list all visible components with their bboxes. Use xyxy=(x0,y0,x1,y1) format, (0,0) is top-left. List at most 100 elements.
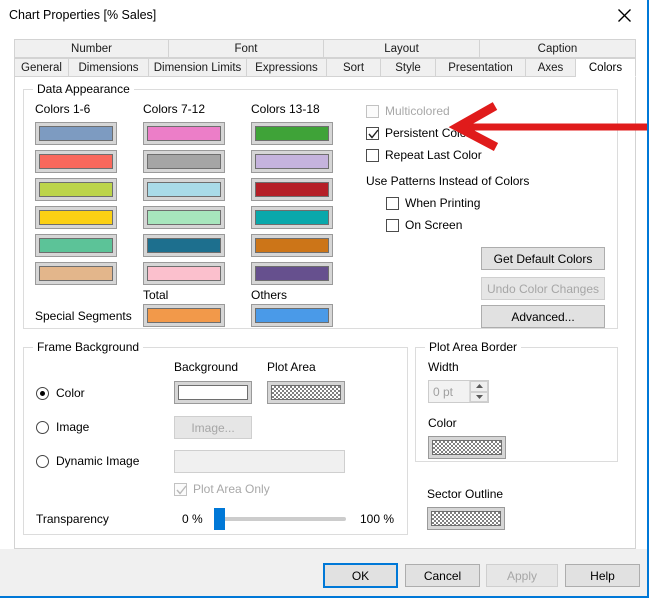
color-swatch-7[interactable] xyxy=(143,122,225,145)
background-color-swatch[interactable] xyxy=(174,381,252,404)
checkbox-box xyxy=(366,104,379,118)
checkbox-on-screen[interactable]: On Screen xyxy=(386,218,462,232)
tab-colors[interactable]: Colors xyxy=(576,58,636,77)
pattern-fill xyxy=(432,440,502,455)
color-swatch-18[interactable] xyxy=(251,262,333,285)
tab-dimension-limits[interactable]: Dimension Limits xyxy=(149,58,247,77)
get-default-colors-button[interactable]: Get Default Colors xyxy=(481,247,605,270)
checkbox-plot-area-only[interactable]: Plot Area Only xyxy=(174,482,270,496)
color-fill xyxy=(255,266,329,281)
transparency-slider-thumb[interactable] xyxy=(214,508,225,530)
image-button[interactable]: Image... xyxy=(174,416,252,439)
checkbox-label: When Printing xyxy=(405,196,481,210)
radio-dot xyxy=(40,390,45,396)
pattern-fill xyxy=(431,511,501,526)
tab-axes[interactable]: Axes xyxy=(526,58,576,77)
color-swatch-6[interactable] xyxy=(35,262,117,285)
color-fill xyxy=(39,154,113,169)
color-swatch-13[interactable] xyxy=(251,122,333,145)
tab-layout[interactable]: Layout xyxy=(324,39,480,58)
border-color-swatch[interactable] xyxy=(428,436,506,459)
tab-expressions[interactable]: Expressions xyxy=(247,58,327,77)
undo-color-changes-button[interactable]: Undo Color Changes xyxy=(481,277,605,300)
border-width-spinner[interactable]: 0 pt xyxy=(428,380,489,403)
color-swatch-16[interactable] xyxy=(251,206,333,229)
frame-background-group-label: Frame Background xyxy=(33,340,144,354)
plot-area-color-swatch[interactable] xyxy=(267,381,345,404)
help-button[interactable]: Help xyxy=(565,564,640,587)
border-width-value: 0 pt xyxy=(433,384,454,399)
special-segments-label: Special Segments xyxy=(35,309,132,323)
checkbox-box xyxy=(366,126,379,140)
color-fill xyxy=(39,238,113,253)
tab-sort[interactable]: Sort xyxy=(327,58,381,77)
chevron-up-icon[interactable] xyxy=(470,381,488,392)
color-swatch-9[interactable] xyxy=(143,178,225,201)
tab-dimensions[interactable]: Dimensions xyxy=(69,58,149,77)
color-fill xyxy=(178,385,248,400)
colors-13-18-header: Colors 13-18 xyxy=(251,102,320,116)
radio-circle xyxy=(36,454,49,468)
check-icon xyxy=(368,129,379,139)
radio-label: Color xyxy=(56,386,85,400)
checkbox-persistent-colors[interactable]: Persistent Colors xyxy=(366,126,476,140)
ok-button[interactable]: OK xyxy=(323,563,398,588)
color-fill xyxy=(255,210,329,225)
checkbox-label: On Screen xyxy=(405,218,463,232)
color-swatch-8[interactable] xyxy=(143,150,225,173)
dynamic-image-input[interactable] xyxy=(174,450,345,473)
colors-tab-panel: Data Appearance Colors 1-6 Colors 7-12 C… xyxy=(14,77,636,549)
color-fill xyxy=(39,182,113,197)
checkbox-repeat-last-color[interactable]: Repeat Last Color xyxy=(366,148,482,162)
color-swatch-3[interactable] xyxy=(35,178,117,201)
others-color-swatch[interactable] xyxy=(251,304,333,327)
data-appearance-group: Data Appearance Colors 1-6 Colors 7-12 C… xyxy=(23,82,618,329)
radio-dynamic-image[interactable]: Dynamic Image xyxy=(36,454,139,468)
border-width-label: Width xyxy=(428,360,459,374)
transparency-label: Transparency xyxy=(36,512,109,526)
use-patterns-heading: Use Patterns Instead of Colors xyxy=(366,174,530,188)
advanced-button[interactable]: Advanced... xyxy=(481,305,605,328)
radio-circle xyxy=(36,420,49,434)
total-color-swatch[interactable] xyxy=(143,304,225,327)
color-fill xyxy=(147,308,221,323)
color-swatch-10[interactable] xyxy=(143,206,225,229)
color-fill xyxy=(255,308,329,323)
plot-area-border-group: Plot Area Border Width 0 pt Color xyxy=(415,340,618,462)
close-button[interactable] xyxy=(602,0,647,30)
tab-presentation[interactable]: Presentation xyxy=(436,58,526,77)
color-swatch-15[interactable] xyxy=(251,178,333,201)
tab-font[interactable]: Font xyxy=(169,39,324,58)
checkbox-when-printing[interactable]: When Printing xyxy=(386,196,480,210)
background-header: Background xyxy=(174,360,239,374)
radio-label: Dynamic Image xyxy=(56,454,140,468)
color-swatch-11[interactable] xyxy=(143,234,225,257)
chevron-down-icon[interactable] xyxy=(470,391,488,402)
checkbox-multicolored[interactable]: Multicolored xyxy=(366,104,450,118)
apply-button[interactable]: Apply xyxy=(486,564,558,587)
plot-area-header: Plot Area xyxy=(267,360,316,374)
color-swatch-12[interactable] xyxy=(143,262,225,285)
tab-style[interactable]: Style xyxy=(381,58,436,77)
radio-circle xyxy=(36,386,49,400)
color-swatch-1[interactable] xyxy=(35,122,117,145)
color-fill xyxy=(39,126,113,141)
tab-number[interactable]: Number xyxy=(14,39,169,58)
sector-outline-swatch[interactable] xyxy=(427,507,505,530)
color-swatch-14[interactable] xyxy=(251,150,333,173)
checkbox-box xyxy=(386,196,399,210)
transparency-slider-track[interactable] xyxy=(214,517,346,521)
cancel-button[interactable]: Cancel xyxy=(405,564,480,587)
color-swatch-5[interactable] xyxy=(35,234,117,257)
tab-general[interactable]: General xyxy=(14,58,69,77)
title-bar: Chart Properties [% Sales] xyxy=(0,0,647,33)
color-fill xyxy=(147,238,221,253)
color-swatch-4[interactable] xyxy=(35,206,117,229)
color-swatch-17[interactable] xyxy=(251,234,333,257)
colors-1-6-header: Colors 1-6 xyxy=(35,102,91,116)
tab-caption[interactable]: Caption xyxy=(480,39,636,58)
color-swatch-2[interactable] xyxy=(35,150,117,173)
tab-row-primary: Number Font Layout Caption xyxy=(14,39,636,58)
radio-color[interactable]: Color xyxy=(36,386,85,400)
radio-image[interactable]: Image xyxy=(36,420,89,434)
